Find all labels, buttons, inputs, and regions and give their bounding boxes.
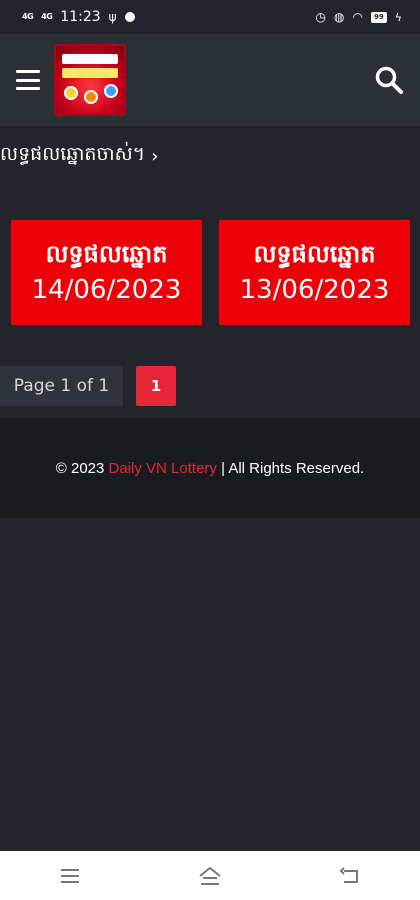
usb-icon: ψ xyxy=(108,10,117,24)
app-header xyxy=(0,34,420,126)
battery-icon: 99 xyxy=(370,11,387,23)
card-date: 14/06/2023 xyxy=(31,274,182,305)
recent-apps-icon[interactable] xyxy=(50,861,90,891)
wifi-icon: ◠ xyxy=(352,10,363,24)
charging-icon: ϟ xyxy=(394,10,402,24)
page-info: Page 1 of 1 xyxy=(0,366,123,406)
card-title: លទ្ធផលឆ្នោត xyxy=(45,239,168,268)
back-icon[interactable] xyxy=(330,861,370,891)
alarm-icon: ◷ xyxy=(315,10,327,24)
pagination: Page 1 of 1 1 xyxy=(0,365,176,407)
result-card[interactable]: លទ្ធផលឆ្នោត 14/06/2023 xyxy=(11,220,202,325)
status-time: 11:23 xyxy=(60,9,101,25)
status-right: ◷ ◍ ◠ 99 ϟ xyxy=(316,10,402,24)
status-left: 4G 4G 11:23 ψ xyxy=(22,9,135,25)
site-logo[interactable] xyxy=(54,44,126,116)
page-number-current[interactable]: 1 xyxy=(136,366,176,406)
chevron-right-icon: › xyxy=(151,145,159,167)
signal-icon-1: 4G xyxy=(22,12,34,21)
footer: © 2023 Daily VN Lottery | All Rights Res… xyxy=(0,418,420,518)
system-nav-bar xyxy=(0,851,420,900)
breadcrumb: លទ្ធផលឆ្នោតចាស់។ › xyxy=(0,138,158,174)
vibrate-icon: ◍ xyxy=(334,10,345,24)
results-cards: លទ្ធផលឆ្នោត 14/06/2023 លទ្ធផលឆ្នោត 13/06… xyxy=(0,220,420,326)
footer-copyright: © 2023 xyxy=(55,459,109,477)
breadcrumb-label[interactable]: លទ្ធផលឆ្នោតចាស់។ xyxy=(0,142,145,170)
footer-rights: | All Rights Reserved. xyxy=(216,459,365,477)
hamburger-menu-icon[interactable] xyxy=(16,70,40,90)
status-bar: 4G 4G 11:23 ψ ◷ ◍ ◠ 99 ϟ xyxy=(0,0,420,34)
home-icon[interactable] xyxy=(190,861,230,891)
chat-bubble-icon xyxy=(124,12,135,22)
result-card[interactable]: លទ្ធផលឆ្នោត 13/06/2023 xyxy=(219,220,410,325)
search-icon[interactable] xyxy=(374,65,404,95)
signal-icon-2: 4G xyxy=(41,12,53,21)
footer-brand-link[interactable]: Daily VN Lottery xyxy=(109,460,217,477)
card-title: លទ្ធផលឆ្នោត xyxy=(253,239,376,268)
card-date: 13/06/2023 xyxy=(239,274,390,305)
